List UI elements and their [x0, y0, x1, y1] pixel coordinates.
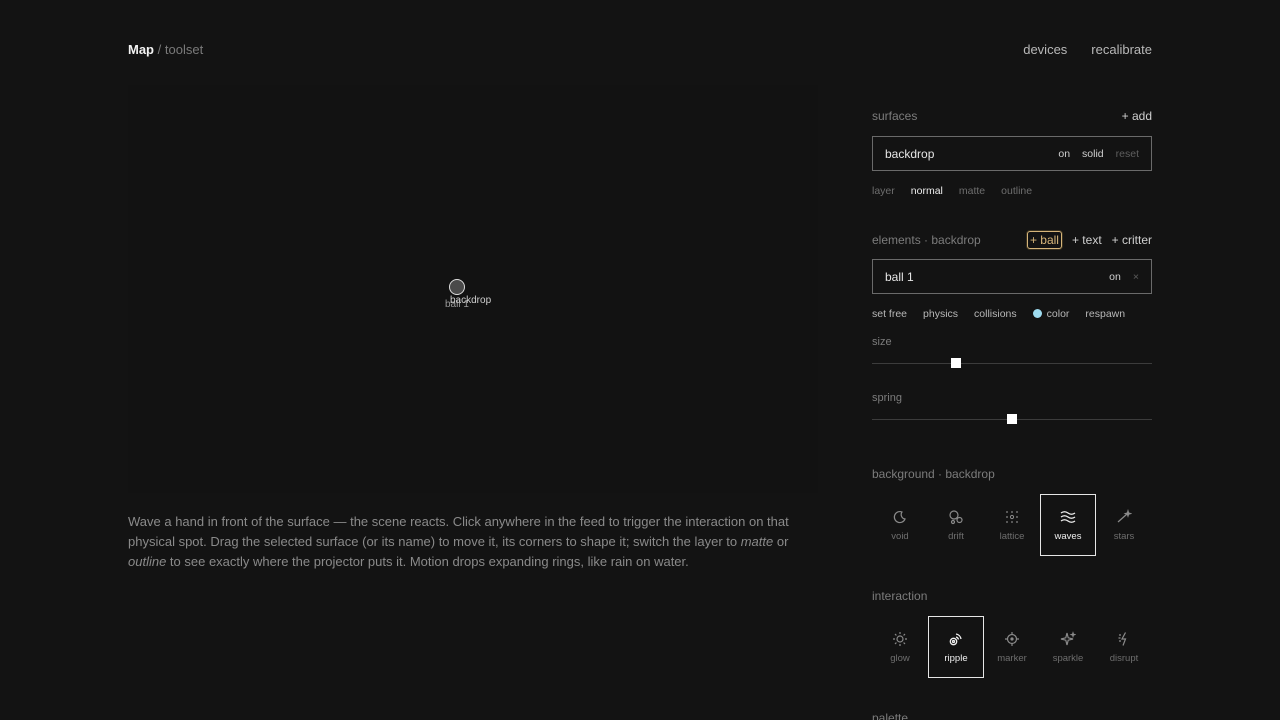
page-title: Map — [128, 42, 154, 57]
background-label-void: void — [891, 530, 909, 542]
crosshair-icon — [1005, 631, 1019, 646]
size-slider[interactable] — [872, 358, 1152, 368]
interaction-option-sparkle[interactable]: sparkle — [1040, 616, 1096, 678]
interaction-label-sparkle: sparkle — [1052, 652, 1084, 664]
sparkle-icon — [1060, 630, 1076, 645]
element-controls: set free physics collisions color respaw… — [872, 308, 1152, 320]
sun-icon — [893, 631, 907, 646]
surface-name[interactable]: backdrop — [885, 147, 934, 161]
size-slider-handle[interactable] — [951, 358, 961, 368]
moon-icon — [893, 510, 906, 523]
color-picker[interactable]: color — [1032, 308, 1070, 320]
background-option-lattice[interactable]: lattice — [984, 494, 1040, 556]
set-free-button[interactable]: set free — [872, 308, 907, 320]
layer-label: layer — [872, 185, 895, 197]
waves-icon — [1060, 510, 1076, 523]
help-text: Wave a hand in front of the surface — th… — [128, 512, 828, 572]
color-swatch — [1032, 309, 1042, 318]
lattice-icon — [1006, 510, 1018, 523]
ripple-icon — [949, 632, 962, 645]
size-slider-track[interactable] — [872, 363, 1152, 364]
element-name[interactable]: ball 1 — [885, 270, 914, 284]
camera-feed[interactable]: ball 1 backdrop — [128, 85, 818, 493]
elements-title: elements · backdrop — [872, 233, 981, 247]
interaction-title: interaction — [872, 589, 928, 603]
breadcrumb: Map / toolset — [128, 42, 203, 57]
layer-tabs: layer normal matte outline — [872, 185, 1152, 197]
help-text-part-2: to see exactly where the projector puts … — [166, 554, 689, 569]
palette-title: palette — [872, 711, 909, 720]
add-ball-button[interactable]: + ball — [1026, 231, 1062, 249]
background-option-waves[interactable]: waves — [1040, 494, 1096, 556]
surface-label[interactable]: backdrop — [450, 295, 491, 306]
interaction-option-disrupt[interactable]: disrupt — [1096, 616, 1152, 678]
background-title: background · backdrop — [872, 467, 995, 481]
tab-layer-normal[interactable]: normal — [911, 185, 943, 197]
surfaces-header: surfaces + add — [872, 109, 1152, 123]
respawn-button[interactable]: respawn — [1085, 308, 1125, 320]
help-outline-term: outline — [128, 554, 167, 569]
interaction-options: glow ripple marker sparkle disrupt — [872, 616, 1152, 678]
background-label-waves: waves — [1054, 530, 1082, 542]
bolt-icon — [1118, 631, 1127, 646]
add-surface-button[interactable]: + add — [1122, 109, 1152, 123]
help-or: or — [773, 534, 789, 549]
physics-toggle[interactable]: physics — [923, 308, 958, 320]
background-option-void[interactable]: void — [872, 494, 928, 556]
stars-icon — [1117, 508, 1132, 522]
interaction-option-glow[interactable]: glow — [872, 616, 928, 678]
surface-solid-toggle[interactable]: solid — [1082, 148, 1104, 160]
interaction-option-marker[interactable]: marker — [984, 616, 1040, 678]
background-label-drift: drift — [948, 530, 964, 542]
interaction-option-ripple[interactable]: ripple — [928, 616, 984, 678]
top-nav: devices recalibrate — [1023, 42, 1152, 57]
interaction-label-marker: marker — [997, 652, 1027, 664]
spring-slider[interactable] — [872, 414, 1152, 424]
spring-label: spring — [872, 392, 902, 404]
surface-on-toggle[interactable]: on — [1058, 148, 1070, 160]
surface-reset-button[interactable]: reset — [1116, 148, 1139, 160]
tab-layer-matte[interactable]: matte — [959, 185, 985, 197]
breadcrumb-separator: / — [157, 42, 162, 57]
elements-header: elements · backdrop + ball + text + crit… — [872, 231, 1152, 249]
interaction-label-ripple: ripple — [944, 652, 968, 664]
surfaces-title: surfaces — [872, 109, 918, 123]
help-matte-term: matte — [740, 534, 774, 549]
surface-item-backdrop[interactable]: backdrop on solid reset — [872, 136, 1152, 171]
background-option-stars[interactable]: stars — [1096, 494, 1152, 556]
size-label: size — [872, 336, 892, 348]
remove-element-icon[interactable]: × — [1133, 271, 1139, 283]
add-critter-button[interactable]: + critter — [1112, 233, 1152, 247]
collisions-toggle[interactable]: collisions — [974, 308, 1017, 320]
tab-layer-outline[interactable]: outline — [1001, 185, 1032, 197]
element-item-ball-1[interactable]: ball 1 on × — [872, 259, 1152, 294]
breadcrumb-subtitle[interactable]: toolset — [165, 42, 203, 57]
element-on-toggle[interactable]: on — [1109, 271, 1121, 283]
ball-element[interactable] — [449, 279, 465, 295]
bubbles-icon — [949, 509, 963, 524]
background-label-stars: stars — [1113, 530, 1135, 542]
background-options: void drift lattice waves stars — [872, 494, 1152, 556]
interaction-label-glow: glow — [890, 652, 910, 664]
add-text-button[interactable]: + text — [1072, 233, 1102, 247]
devices-link[interactable]: devices — [1023, 42, 1067, 57]
help-text-part-1: Wave a hand in front of the surface — th… — [128, 514, 789, 549]
background-option-drift[interactable]: drift — [928, 494, 984, 556]
background-label-lattice: lattice — [999, 530, 1025, 542]
color-label: color — [1046, 308, 1070, 320]
interaction-label-disrupt: disrupt — [1109, 652, 1139, 664]
recalibrate-link[interactable]: recalibrate — [1091, 42, 1152, 57]
spring-slider-handle[interactable] — [1007, 414, 1017, 424]
